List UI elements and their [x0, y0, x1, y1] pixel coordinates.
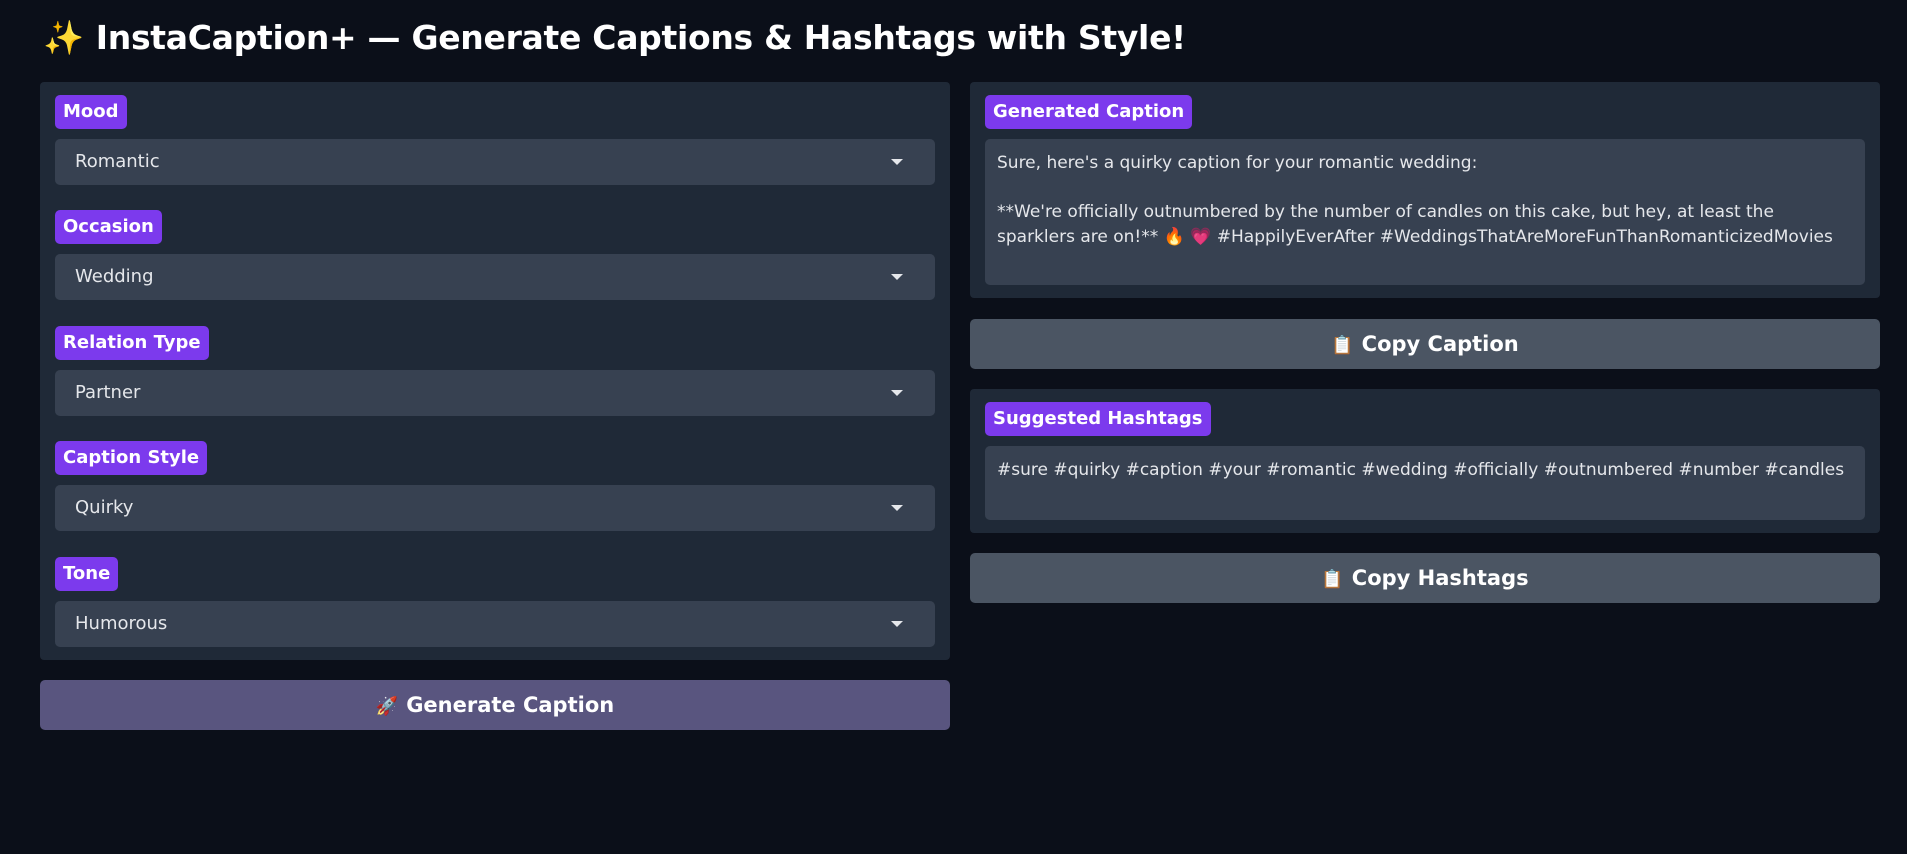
- generated-caption-label: Generated Caption: [985, 95, 1193, 129]
- relation-type-label: Relation Type: [55, 326, 209, 360]
- mood-dropdown[interactable]: Romantic: [55, 139, 935, 185]
- hashtags-output-panel: Suggested Hashtags #sure #quirky #captio…: [970, 389, 1880, 533]
- generated-caption-text[interactable]: Sure, here's a quirky caption for your r…: [985, 139, 1865, 285]
- input-form-panel: Mood Romantic Occasion Wedding Relation …: [40, 82, 950, 660]
- chevron-down-icon: [891, 159, 903, 165]
- app-title-text: InstaCaption+ — Generate Captions & Hash…: [95, 18, 1186, 57]
- caption-output-panel: Generated Caption Sure, here's a quirky …: [970, 82, 1880, 298]
- caption-style-value: Quirky: [75, 497, 134, 518]
- suggested-hashtags-label: Suggested Hashtags: [985, 402, 1211, 436]
- caption-style-dropdown[interactable]: Quirky: [55, 485, 935, 531]
- copy-hashtags-label: Copy Hashtags: [1351, 566, 1529, 590]
- tone-label: Tone: [55, 557, 119, 591]
- rocket-icon: 🚀: [375, 696, 399, 717]
- clipboard-icon: 📋: [1321, 569, 1344, 590]
- clipboard-icon: 📋: [1331, 335, 1354, 356]
- suggested-hashtags-text[interactable]: #sure #quirky #caption #your #romantic #…: [985, 446, 1865, 520]
- occasion-label: Occasion: [55, 210, 162, 244]
- occasion-value: Wedding: [75, 266, 154, 287]
- generate-caption-button[interactable]: 🚀 Generate Caption: [40, 680, 950, 730]
- chevron-down-icon: [891, 390, 903, 396]
- sparkles-icon: ✨: [43, 18, 84, 57]
- generate-caption-label: Generate Caption: [406, 693, 615, 717]
- relation-type-value: Partner: [75, 382, 141, 403]
- tone-value: Humorous: [75, 613, 168, 634]
- copy-hashtags-button[interactable]: 📋 Copy Hashtags: [970, 553, 1880, 603]
- tone-dropdown[interactable]: Humorous: [55, 601, 935, 647]
- copy-caption-label: Copy Caption: [1361, 332, 1519, 356]
- chevron-down-icon: [891, 274, 903, 280]
- mood-label: Mood: [55, 95, 127, 129]
- chevron-down-icon: [891, 621, 903, 627]
- chevron-down-icon: [891, 505, 903, 511]
- mood-value: Romantic: [75, 151, 160, 172]
- occasion-dropdown[interactable]: Wedding: [55, 254, 935, 300]
- relation-type-dropdown[interactable]: Partner: [55, 370, 935, 416]
- copy-caption-button[interactable]: 📋 Copy Caption: [970, 319, 1880, 369]
- caption-style-label: Caption Style: [55, 441, 208, 475]
- app-title: ✨ InstaCaption+ — Generate Captions & Has…: [43, 18, 1186, 58]
